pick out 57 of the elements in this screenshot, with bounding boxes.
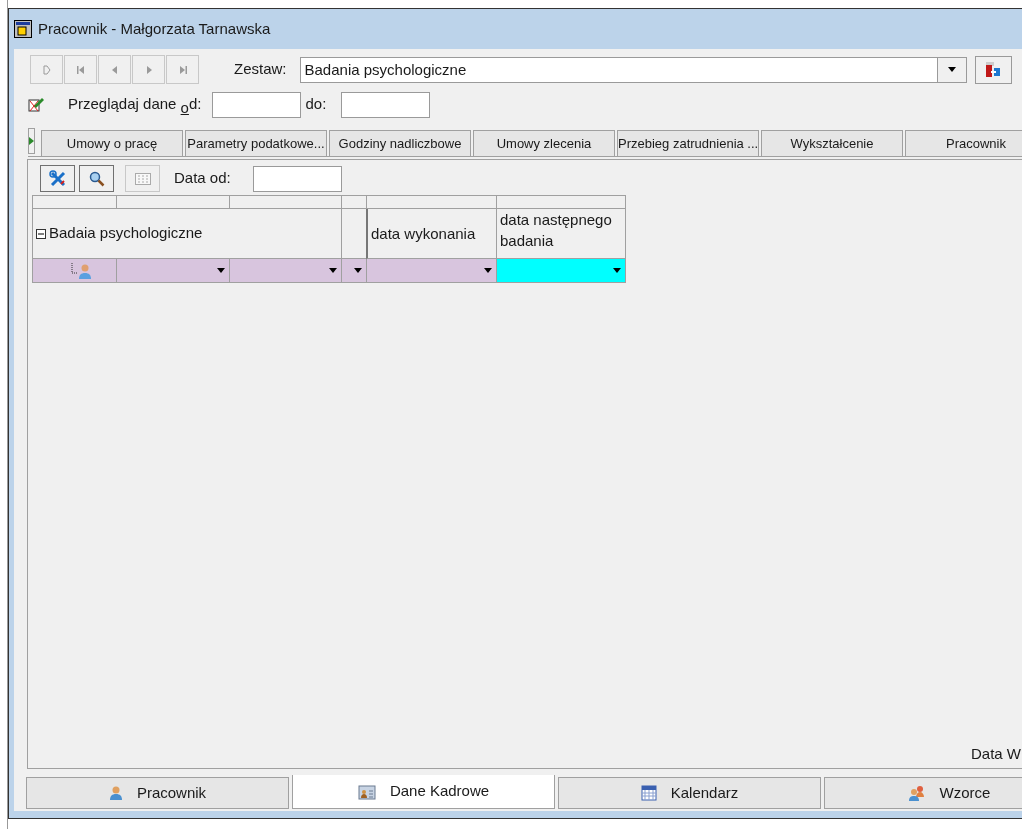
grid-cell[interactable] [116, 259, 229, 283]
export-icon [984, 61, 1002, 78]
grid-cell[interactable] [229, 259, 341, 283]
grid-cell[interactable] [32, 259, 116, 283]
caret-icon [217, 268, 225, 273]
last-record-icon [178, 64, 187, 75]
date-to-field[interactable] [341, 91, 431, 118]
export-button[interactable] [974, 55, 1012, 84]
grid-cell[interactable] [496, 259, 626, 283]
caret-icon [613, 268, 621, 273]
tab[interactable]: Umowy zlecenia [473, 130, 615, 156]
bottom-tab[interactable]: Dane Kadrowe [292, 775, 555, 809]
tab[interactable]: Umowy o pracę [41, 130, 183, 156]
person-node-icon [70, 262, 93, 279]
caret-icon [947, 67, 956, 72]
id-card-icon [357, 783, 376, 800]
bottom-tab[interactable]: Wzorce [824, 777, 1022, 809]
date-from-label: Data od: [174, 168, 231, 189]
bottom-tab[interactable]: Kalendarz [558, 777, 821, 809]
bottom-tab[interactable]: Pracownik [26, 777, 289, 809]
footer-label: Data W [971, 743, 1021, 764]
people-icon [907, 785, 926, 801]
new-record-icon [41, 64, 52, 75]
tab[interactable]: Pracownik [905, 130, 1022, 156]
calculator-button[interactable] [125, 165, 160, 192]
tab[interactable]: Parametry podatkowe... [185, 130, 327, 156]
date-from-field[interactable] [212, 91, 302, 118]
grid-cell[interactable] [341, 259, 366, 283]
play-icon [29, 137, 34, 145]
previous-record-icon [111, 64, 118, 75]
next-record-icon [145, 64, 152, 75]
search-button[interactable] [79, 165, 114, 192]
calendar-icon [640, 785, 657, 801]
set-dropdown[interactable]: Badania psychologiczne [299, 56, 967, 83]
tools-button[interactable] [40, 165, 75, 192]
edit-checkbox-icon[interactable] [28, 96, 44, 113]
date-to-label: do: [305, 94, 327, 115]
search-icon [88, 170, 105, 187]
data-od-field[interactable] [252, 165, 342, 192]
caret-icon [354, 268, 362, 273]
group-title: Badaia psychologiczne [49, 223, 203, 244]
header-cell [341, 195, 366, 209]
tab[interactable]: Przebieg zatrudnienia ... [617, 130, 759, 156]
set-label: Zestaw: [234, 59, 287, 80]
person-icon [108, 785, 123, 801]
tools-icon [48, 169, 67, 188]
caret-icon [484, 268, 492, 273]
collapse-icon[interactable] [36, 228, 46, 239]
window-title: Pracownik - Małgorzata Tarnawska [38, 18, 271, 39]
scroll-tabs-button[interactable] [28, 128, 35, 154]
first-record-icon [76, 64, 85, 75]
caret-icon [329, 268, 337, 273]
grid-cell[interactable] [366, 259, 496, 283]
tab[interactable]: Godziny nadliczbowe [329, 130, 471, 156]
app-icon [14, 20, 32, 38]
keypad-icon [134, 172, 151, 185]
tab[interactable]: Wykształcenie [761, 130, 903, 156]
